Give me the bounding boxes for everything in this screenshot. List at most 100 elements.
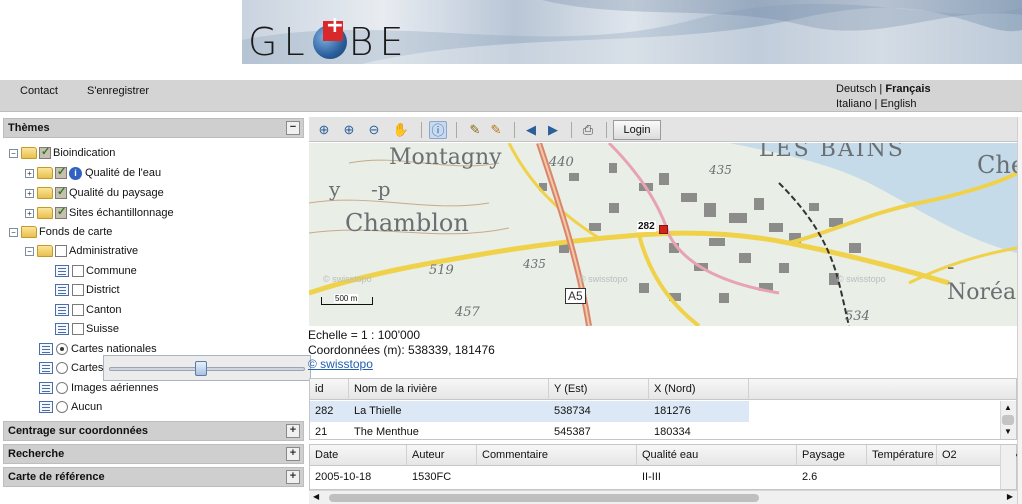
table-row[interactable]: 282 La Thielle 538734 181276: [310, 401, 749, 422]
tree-node-qualite-paysage[interactable]: + Qualité du paysage: [25, 184, 164, 202]
station-marker-label[interactable]: 282: [637, 221, 656, 232]
column-header-temperature[interactable]: Température: [867, 445, 937, 466]
qualite-eau-checkbox[interactable]: [55, 165, 67, 179]
tree-node-cartes[interactable]: Cartes: [39, 359, 103, 377]
lang-de-link[interactable]: Deutsch: [836, 83, 876, 95]
tree-label: Cartes: [71, 362, 104, 374]
qualite-paysage-checkbox[interactable]: [55, 185, 67, 199]
tree-node-district[interactable]: District: [55, 281, 120, 299]
themes-panel-header[interactable]: Thèmes −: [3, 118, 304, 138]
tree-node-commune[interactable]: Commune: [55, 262, 137, 280]
sites-checkbox[interactable]: [55, 205, 67, 219]
carte-ref-panel-header[interactable]: Carte de référence +: [3, 467, 304, 487]
column-header-o2[interactable]: O2: [937, 445, 1007, 466]
administrative-checkbox[interactable]: [55, 245, 67, 257]
lang-it-link[interactable]: Italiano: [836, 98, 871, 110]
collapse-toggle-icon[interactable]: −: [25, 246, 34, 256]
lang-en-link[interactable]: English: [880, 98, 916, 110]
column-header-y-est[interactable]: Y (Est): [549, 379, 649, 400]
scroll-down-icon[interactable]: ▼: [1004, 427, 1012, 436]
cell-date: 2005-10-18: [315, 471, 372, 483]
legend-icon[interactable]: [39, 382, 53, 394]
column-header-qualite-eau[interactable]: Qualité eau: [637, 445, 797, 466]
recherche-panel-header[interactable]: Recherche +: [3, 444, 304, 464]
legend-icon[interactable]: [55, 284, 69, 296]
column-header-paysage[interactable]: Paysage: [797, 445, 867, 466]
column-header-x-nord[interactable]: X (Nord): [649, 379, 749, 400]
column-header-nom[interactable]: Nom de la rivière: [349, 379, 549, 400]
cell-commentaire: [477, 467, 482, 488]
forward-arrow-icon[interactable]: ▶: [544, 121, 562, 139]
cartes-nationales-radio[interactable]: [56, 343, 68, 355]
scroll-up-icon[interactable]: ▲: [1004, 403, 1012, 412]
zoom-out-icon[interactable]: ⊖: [365, 121, 383, 139]
collapse-toggle-icon[interactable]: −: [9, 227, 18, 237]
cell-id: 282: [315, 405, 334, 417]
tree-node-qualite-eau[interactable]: + i Qualité de l'eau: [25, 164, 161, 182]
bioindication-checkbox[interactable]: [39, 145, 51, 159]
expand-panel-button[interactable]: +: [286, 447, 300, 461]
legend-icon[interactable]: [55, 265, 69, 277]
expand-panel-button[interactable]: +: [286, 470, 300, 484]
expand-panel-button[interactable]: +: [286, 424, 300, 438]
expand-toggle-icon[interactable]: +: [25, 208, 34, 218]
pan-hand-icon[interactable]: ✋: [392, 121, 410, 139]
collapse-panel-button[interactable]: −: [286, 121, 300, 135]
tree-node-fonds[interactable]: − Fonds de carte: [9, 223, 112, 241]
layer-opacity-slider[interactable]: [103, 355, 311, 381]
collapse-toggle-icon[interactable]: −: [9, 148, 18, 158]
station-marker-icon[interactable]: [659, 225, 668, 234]
contact-link[interactable]: Contact: [20, 85, 58, 97]
tree-node-aucun[interactable]: Aucun: [39, 398, 102, 416]
info-icon[interactable]: ⓘ: [429, 121, 447, 139]
column-header-date[interactable]: Date: [310, 445, 407, 466]
map-view[interactable]: Montagny -p y Chamblon LES BAINS Che -No…: [309, 143, 1017, 326]
legend-icon[interactable]: [39, 401, 53, 413]
table-row[interactable]: 2005-10-18 1530FC II-III 2.6: [310, 467, 1016, 488]
measures-horizontal-scrollbar[interactable]: ◀ ▶: [309, 490, 1017, 504]
zoom-in-icon[interactable]: ⊕: [340, 121, 358, 139]
centrage-panel-header[interactable]: Centrage sur coordonnées +: [3, 421, 304, 441]
back-arrow-icon[interactable]: ◀: [522, 121, 540, 139]
tree-node-administrative[interactable]: − Administrative: [25, 242, 138, 260]
login-button[interactable]: Login: [613, 120, 661, 140]
tree-node-canton[interactable]: Canton: [55, 301, 121, 319]
rivers-grid-scrollbar[interactable]: ▲ ▼: [1000, 401, 1016, 439]
expand-toggle-icon[interactable]: +: [25, 188, 34, 198]
tree-node-sites[interactable]: + Sites échantillonnage: [25, 204, 174, 222]
images-aeriennes-radio[interactable]: [56, 382, 68, 394]
commune-checkbox[interactable]: [72, 265, 84, 277]
table-row[interactable]: 21 The Menthue 545387 180334: [310, 422, 749, 443]
aucun-radio[interactable]: [56, 401, 68, 413]
register-link[interactable]: S'enregistrer: [87, 85, 149, 97]
tree-node-images-aeriennes[interactable]: Images aériennes: [39, 379, 158, 397]
legend-icon[interactable]: [55, 304, 69, 316]
zoom-extent-icon[interactable]: ⊕: [315, 121, 333, 139]
suisse-checkbox[interactable]: [72, 323, 84, 335]
district-checkbox[interactable]: [72, 284, 84, 296]
scroll-right-icon[interactable]: ▶: [1007, 492, 1013, 501]
legend-icon[interactable]: [55, 323, 69, 335]
cartes-radio[interactable]: [56, 362, 68, 374]
legend-icon[interactable]: [39, 362, 53, 374]
swisstopo-link[interactable]: © swisstopo: [308, 357, 373, 371]
info-icon[interactable]: i: [69, 166, 82, 180]
column-header-id[interactable]: id: [310, 379, 349, 400]
legend-icon[interactable]: [39, 343, 53, 355]
tree-node-suisse[interactable]: Suisse: [55, 320, 119, 338]
measures-grid-scrollbar[interactable]: [1000, 445, 1016, 489]
measure-area-icon[interactable]: ✎: [487, 121, 505, 139]
tree-node-bioindication[interactable]: − Bioindication: [9, 144, 115, 162]
lang-fr-link[interactable]: Français: [885, 83, 930, 95]
expand-toggle-icon[interactable]: +: [25, 168, 34, 178]
scroll-thumb[interactable]: [1002, 415, 1014, 425]
measure-distance-icon[interactable]: ✎: [466, 121, 484, 139]
scroll-left-icon[interactable]: ◀: [313, 492, 319, 501]
scroll-thumb[interactable]: [329, 494, 759, 502]
column-header-auteur[interactable]: Auteur: [407, 445, 477, 466]
print-icon[interactable]: ⎙: [579, 121, 597, 139]
column-header-commentaire[interactable]: Commentaire: [477, 445, 637, 466]
right-edge-scrollbar[interactable]: [1017, 117, 1022, 504]
canton-checkbox[interactable]: [72, 304, 84, 316]
slider-thumb[interactable]: [195, 361, 208, 376]
